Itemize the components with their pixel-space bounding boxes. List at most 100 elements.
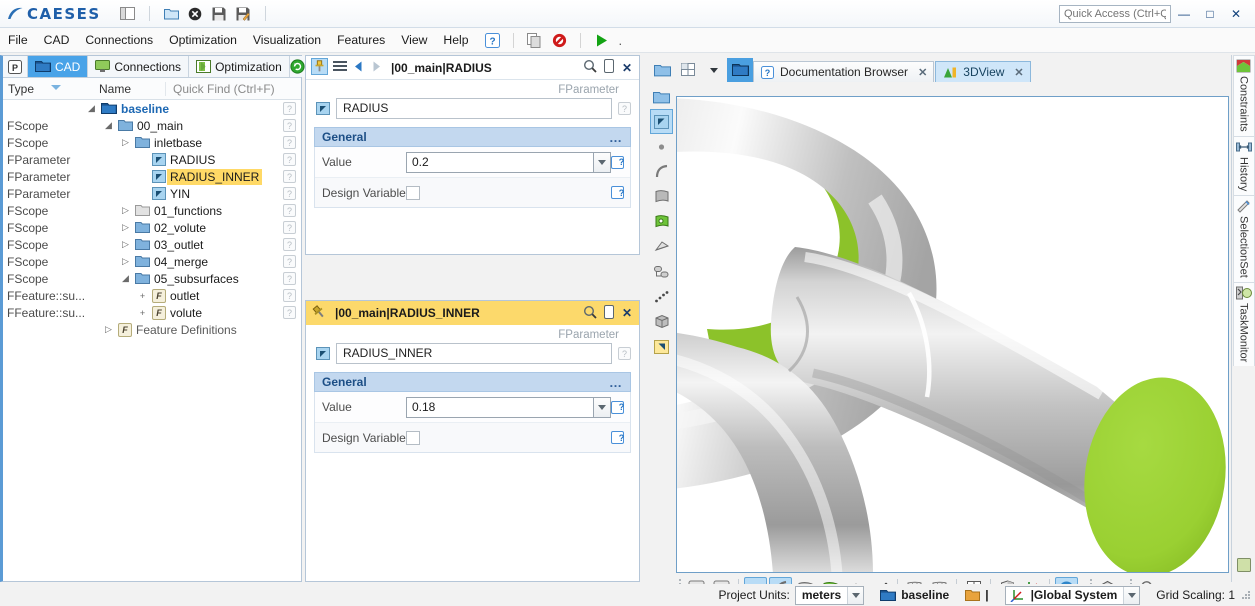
project-units-combo[interactable]: meters [795, 586, 864, 605]
tree-row-help-icon[interactable]: ? [283, 289, 296, 302]
tree-row-help-icon[interactable]: ? [283, 102, 296, 115]
tree-row[interactable]: FFeature::su...+Fvolute? [3, 304, 301, 321]
menu-cad[interactable]: CAD [36, 30, 78, 50]
value-help-icon[interactable]: ? [611, 156, 624, 169]
tab-close-icon[interactable]: ✕ [1010, 66, 1023, 79]
value-dropdown-button[interactable] [594, 152, 611, 173]
chevron-down-icon[interactable] [1123, 587, 1139, 604]
dock-collapse-handle[interactable] [1236, 557, 1252, 582]
dock-item-history[interactable]: History [1233, 136, 1255, 195]
split-layout-icon[interactable] [675, 58, 701, 82]
curve-icon[interactable] [650, 159, 673, 184]
green-surface-icon[interactable] [650, 209, 673, 234]
design-variable-checkbox[interactable] [406, 186, 420, 200]
menu-help[interactable]: Help [435, 30, 476, 50]
select-icon[interactable] [650, 334, 673, 359]
property-name-input[interactable]: RADIUS [336, 98, 612, 119]
value-help-icon[interactable]: ? [611, 401, 624, 414]
search-icon[interactable] [583, 59, 597, 76]
save-icon[interactable] [211, 5, 228, 22]
panel-layout-icon[interactable] [119, 5, 136, 22]
tree-row[interactable]: FParameterRADIUS? [3, 151, 301, 168]
tree-row-help-icon[interactable]: ? [283, 204, 296, 217]
design-variable-help-icon[interactable]: ? [611, 186, 624, 199]
tree-expander-icon[interactable]: ▷ [119, 256, 132, 267]
menu-features[interactable]: Features [329, 30, 393, 50]
help-icon[interactable]: ? [484, 32, 501, 49]
save-as-icon[interactable] [235, 5, 252, 22]
solid-icon[interactable] [650, 309, 673, 334]
property-name-input[interactable]: RADIUS_INNER [336, 343, 612, 364]
menu-connections[interactable]: Connections [77, 30, 161, 50]
active-scope-group[interactable]: | [965, 588, 988, 602]
column-header-name[interactable]: Name [99, 82, 165, 96]
tree-row-help-icon[interactable]: ? [283, 170, 296, 183]
maximize-button[interactable]: □ [1197, 4, 1223, 24]
group-icon[interactable] [650, 259, 673, 284]
tree-row[interactable]: ▷FFeature Definitions [3, 321, 301, 338]
tree-row[interactable]: FScope▷02_volute? [3, 219, 301, 236]
tab-3dview[interactable]: 3DView ✕ [935, 61, 1030, 82]
close-button[interactable]: ✕ [1223, 4, 1249, 24]
tree-row[interactable]: FScope▷04_merge? [3, 253, 301, 270]
design-variable-checkbox[interactable] [406, 431, 420, 445]
column-header-type[interactable]: Type [3, 82, 99, 96]
menu-optimization[interactable]: Optimization [161, 30, 245, 50]
tree-expander-icon[interactable]: ◢ [119, 273, 132, 284]
active-view-indicator-icon[interactable] [727, 58, 753, 82]
close-icon[interactable]: ✕ [620, 306, 634, 320]
tree-row-help-icon[interactable]: ? [283, 136, 296, 149]
point-icon[interactable] [650, 134, 673, 159]
tree-row[interactable]: FScope◢00_main? [3, 117, 301, 134]
minimize-button[interactable]: — [1171, 4, 1197, 24]
parameter-icon[interactable] [650, 109, 673, 134]
no-entry-icon[interactable] [551, 32, 568, 49]
tree-expander-icon[interactable]: ◢ [102, 120, 115, 131]
tree-row[interactable]: FFeature::su...+Foutlet? [3, 287, 301, 304]
sidebar-tab-cad[interactable]: CAD [28, 56, 88, 77]
tree-row-help-icon[interactable]: ? [283, 153, 296, 166]
value-input[interactable]: 0.18 [406, 397, 594, 418]
tree-row[interactable]: FScope▷inletbase? [3, 134, 301, 151]
value-dropdown-button[interactable] [594, 397, 611, 418]
tree-expander-icon[interactable]: ▷ [102, 324, 115, 335]
tab-documentation-browser[interactable]: ? Documentation Browser ✕ [753, 61, 934, 82]
help-icon[interactable]: ? [618, 102, 631, 115]
tree-expander-icon[interactable]: ◢ [85, 103, 98, 114]
dock-item-selectionset[interactable]: SelectionSet [1233, 195, 1255, 282]
cancel-circle-icon[interactable] [187, 5, 204, 22]
tree-row-help-icon[interactable]: ? [283, 187, 296, 200]
quick-find-input[interactable]: Quick Find (Ctrl+F) [165, 82, 301, 96]
tree-expander-icon[interactable]: + [136, 308, 149, 318]
back-arrow-icon[interactable] [352, 60, 365, 76]
close-icon[interactable]: ✕ [620, 61, 634, 75]
menu-visualization[interactable]: Visualization [245, 30, 329, 50]
tree-row[interactable]: FParameterYIN? [3, 185, 301, 202]
dotted-curve-icon[interactable] [650, 284, 673, 309]
search-icon[interactable] [583, 305, 597, 322]
section-menu-icon[interactable]: … [609, 375, 623, 390]
coordinate-system-combo[interactable]: |Global System [1005, 586, 1141, 605]
new-folder-icon[interactable] [163, 5, 180, 22]
3d-viewport[interactable] [676, 96, 1229, 573]
chevron-down-icon[interactable] [847, 587, 863, 604]
run-icon[interactable] [593, 32, 610, 49]
menu-view[interactable]: View [393, 30, 435, 50]
unpin-icon[interactable] [311, 304, 327, 323]
tree-expander-icon[interactable]: ▷ [119, 239, 132, 250]
copy-icon[interactable] [526, 32, 543, 49]
menu-overflow-dot[interactable]: . [618, 33, 622, 48]
window-icon[interactable] [649, 58, 675, 82]
tree-expander-icon[interactable]: ▷ [119, 137, 132, 148]
tree-expander-icon[interactable]: + [136, 291, 149, 301]
active-model-group[interactable]: baseline [880, 588, 949, 602]
copy-icon[interactable] [602, 305, 615, 322]
folder-icon[interactable] [650, 84, 673, 109]
sidebar-tab-connections[interactable]: Connections [88, 56, 189, 77]
tree-row[interactable]: FScope◢05_subsurfaces? [3, 270, 301, 287]
tree-row[interactable]: FParameterRADIUS_INNER? [3, 168, 301, 185]
tree-expander-icon[interactable]: ▷ [119, 222, 132, 233]
tree-row-help-icon[interactable]: ? [283, 238, 296, 251]
sidebar-tab-project[interactable]: P [3, 56, 28, 77]
value-input[interactable]: 0.2 [406, 152, 594, 173]
